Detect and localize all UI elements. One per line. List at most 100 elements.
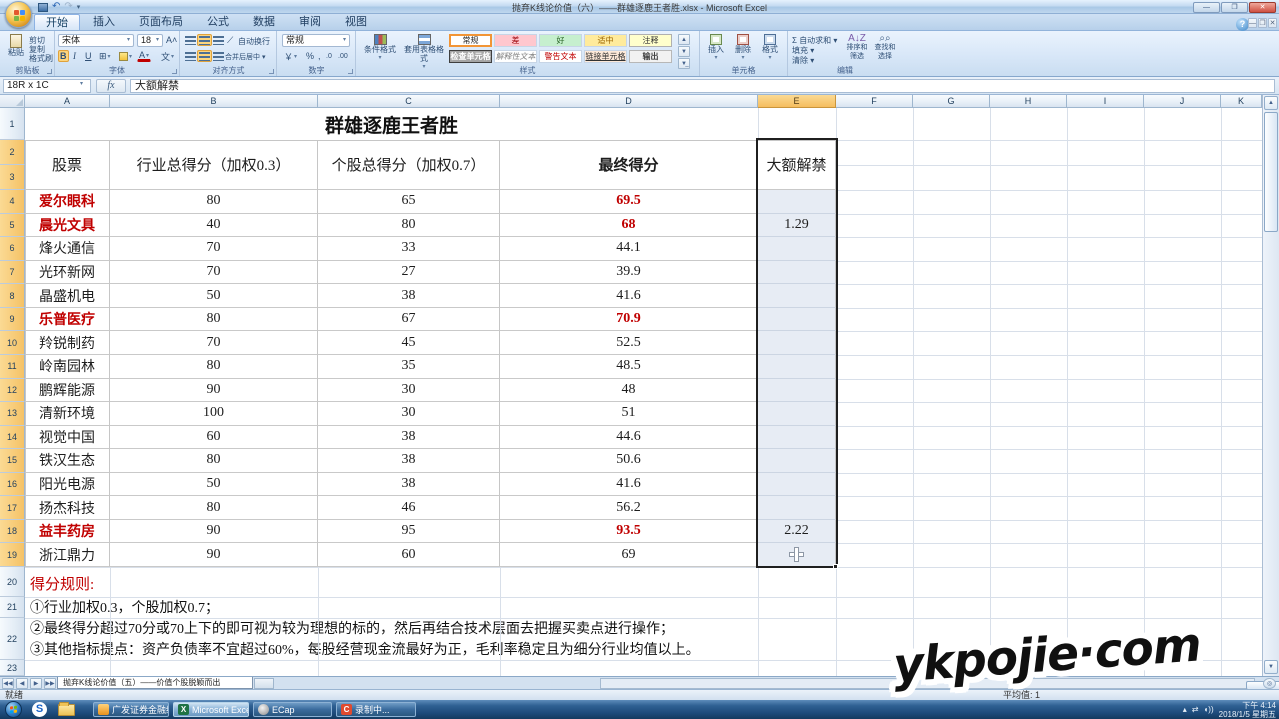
phonetic-icon[interactable]: 文▾ <box>159 50 176 62</box>
table-cell[interactable]: 80 <box>110 308 318 332</box>
row-header-2[interactable]: 2 <box>0 140 25 165</box>
insert-function-icon[interactable]: fx <box>96 79 126 93</box>
font-name-select[interactable]: 宋体▾ <box>58 34 134 47</box>
align-right-icon[interactable] <box>211 50 226 62</box>
orientation-icon[interactable]: ⟋ <box>225 34 235 46</box>
name-box-dropdown-icon[interactable]: ▾ <box>80 80 83 87</box>
cell-style-chip[interactable]: 警告文本 <box>539 50 582 63</box>
align-top-icon[interactable] <box>183 34 198 46</box>
table-cell[interactable] <box>758 261 836 285</box>
table-cell[interactable] <box>758 449 836 473</box>
border-icon[interactable]: ⊞▾ <box>97 50 113 62</box>
table-cell[interactable]: 38 <box>318 426 500 450</box>
scroll-up-icon[interactable]: ▲ <box>1264 96 1278 110</box>
table-cell[interactable]: 60 <box>110 426 318 450</box>
number-format-select[interactable]: 常规▾ <box>282 34 350 47</box>
row-header-12[interactable]: 12 <box>0 379 25 403</box>
underline-button[interactable]: U <box>83 50 94 62</box>
wrap-text-button[interactable]: 自动换行 <box>238 36 270 47</box>
bold-button[interactable]: B <box>58 50 69 62</box>
table-cell[interactable]: 35 <box>318 355 500 379</box>
column-header-D[interactable]: D <box>500 95 758 108</box>
cell-style-chip[interactable]: 链接单元格 <box>584 50 627 63</box>
workbook-close-button[interactable]: ✕ <box>1268 18 1277 28</box>
select-all-corner[interactable] <box>0 95 25 108</box>
undo-icon[interactable]: ↶ <box>52 2 60 12</box>
conditional-formatting-button[interactable]: 条件格式▾ <box>361 34 399 63</box>
row-header-23[interactable]: 23 <box>0 660 25 676</box>
table-cell[interactable]: 益丰药房 <box>25 520 110 544</box>
taskbar-window-button[interactable]: XMicrosoft Excel ... <box>173 702 249 717</box>
tray-expand-icon[interactable]: ▴ <box>1183 706 1187 714</box>
find-select-button[interactable]: ⌕⌕ 查找和选择 <box>872 34 898 61</box>
table-cell[interactable]: 70 <box>110 331 318 355</box>
table-cell[interactable]: 60 <box>318 543 500 567</box>
name-box[interactable]: 18R x 1C <box>3 79 91 93</box>
table-cell[interactable] <box>758 496 836 520</box>
first-sheet-icon[interactable]: ◀◀ <box>2 678 14 689</box>
column-header-K[interactable]: K <box>1221 95 1262 108</box>
row-header-11[interactable]: 11 <box>0 355 25 379</box>
align-bottom-icon[interactable] <box>211 34 226 46</box>
row-header-10[interactable]: 10 <box>0 331 25 355</box>
table-cell[interactable]: 晨光文具 <box>25 214 110 238</box>
row-header-8[interactable]: 8 <box>0 284 25 308</box>
table-cell[interactable]: 岭南园林 <box>25 355 110 379</box>
row-header-9[interactable]: 9 <box>0 308 25 332</box>
table-cell[interactable]: 30 <box>318 379 500 403</box>
dialog-launcher-icon[interactable] <box>269 69 274 74</box>
accounting-format-icon[interactable]: ￥▾ <box>282 50 299 62</box>
merge-center-button[interactable]: 合并后居中 ▾ <box>225 52 265 62</box>
table-header-cell[interactable]: 行业总得分（加权0.3） <box>110 140 318 190</box>
sort-filter-button[interactable]: A↓Z 排序和筛选 <box>844 34 870 61</box>
table-cell[interactable]: 80 <box>318 214 500 238</box>
column-header-J[interactable]: J <box>1144 95 1221 108</box>
dialog-launcher-icon[interactable] <box>348 69 353 74</box>
table-cell[interactable]: 80 <box>110 449 318 473</box>
cell-style-chip[interactable]: 输出 <box>629 50 672 63</box>
table-cell[interactable]: 41.6 <box>500 284 758 308</box>
table-cell[interactable]: 44.1 <box>500 237 758 261</box>
table-cell[interactable]: 30 <box>318 402 500 426</box>
fill-handle[interactable] <box>833 564 838 569</box>
next-sheet-icon[interactable]: ▶ <box>30 678 42 689</box>
prev-sheet-icon[interactable]: ◀ <box>16 678 28 689</box>
row-header-7[interactable]: 7 <box>0 261 25 285</box>
row-header-13[interactable]: 13 <box>0 402 25 426</box>
table-cell[interactable]: 38 <box>318 473 500 497</box>
table-cell[interactable] <box>758 237 836 261</box>
start-button[interactable] <box>5 701 22 718</box>
cell-style-chip[interactable]: 解释性文本 <box>494 50 537 63</box>
row-header-16[interactable]: 16 <box>0 473 25 497</box>
table-cell[interactable] <box>758 284 836 308</box>
fill-color-icon[interactable]: ▾ <box>117 50 134 62</box>
scroll-down-icon[interactable]: ▼ <box>1264 660 1278 674</box>
table-cell[interactable]: 51 <box>500 402 758 426</box>
align-center-icon[interactable] <box>197 50 212 62</box>
ribbon-tab[interactable]: 开始 <box>34 14 80 30</box>
table-cell[interactable]: 48 <box>500 379 758 403</box>
folder-icon[interactable] <box>58 704 75 716</box>
close-button[interactable]: ✕ <box>1249 2 1276 13</box>
row-header-21[interactable]: 21 <box>0 597 25 618</box>
table-cell[interactable]: 90 <box>110 520 318 544</box>
table-cell[interactable]: 90 <box>110 379 318 403</box>
restore-button[interactable]: ❐ <box>1221 2 1248 13</box>
table-cell[interactable]: 乐普医疗 <box>25 308 110 332</box>
table-cell[interactable]: 45 <box>318 331 500 355</box>
table-cell[interactable]: 70 <box>110 237 318 261</box>
row-header-6[interactable]: 6 <box>0 237 25 261</box>
taskbar-window-button[interactable]: 广发证券金融终... <box>93 702 169 717</box>
table-cell[interactable]: 46 <box>318 496 500 520</box>
dialog-launcher-icon[interactable] <box>47 69 52 74</box>
table-cell[interactable]: 69.5 <box>500 190 758 214</box>
table-cell[interactable]: 视觉中国 <box>25 426 110 450</box>
ribbon-tab[interactable]: 页面布局 <box>128 14 194 30</box>
table-cell[interactable] <box>758 473 836 497</box>
table-cell[interactable]: 鹏辉能源 <box>25 379 110 403</box>
table-header-cell[interactable]: 最终得分 <box>500 140 758 190</box>
table-cell[interactable] <box>758 426 836 450</box>
table-cell[interactable] <box>758 355 836 379</box>
sogou-icon[interactable]: S <box>32 702 47 717</box>
minimize-button[interactable]: — <box>1193 2 1220 13</box>
